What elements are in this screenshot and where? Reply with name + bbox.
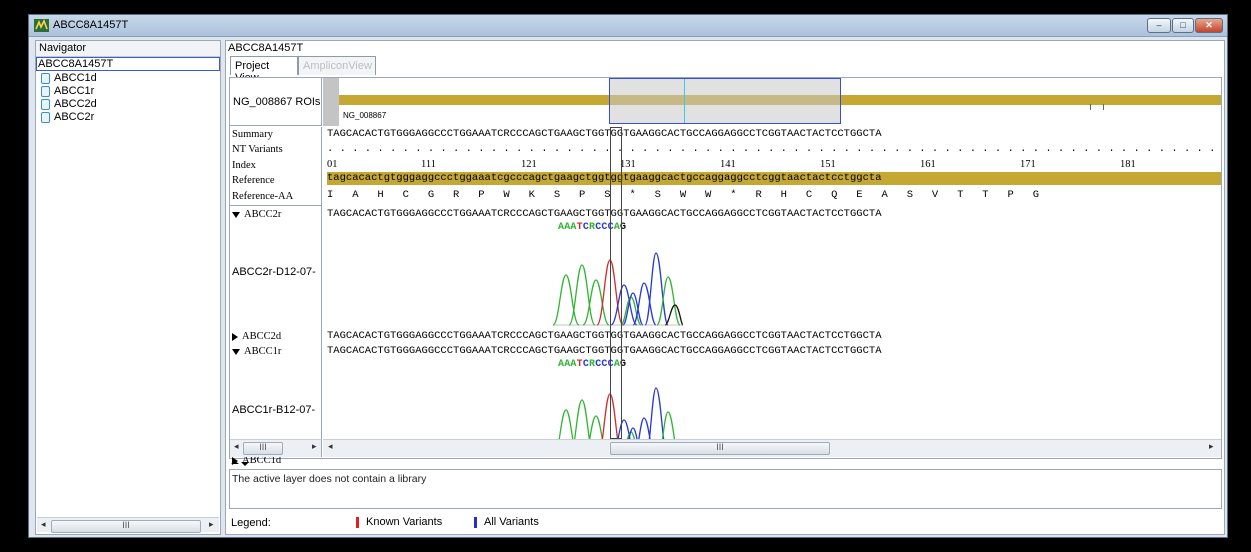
roi-label-cell: NG_008867 ROIs xyxy=(230,78,322,126)
index-label: 161 xyxy=(920,159,936,170)
legend-all-variants: All Variants xyxy=(474,516,539,528)
row-label-nt-variants: NT Variants xyxy=(232,144,283,155)
row-divider xyxy=(230,205,322,206)
row-label-reference-aa: Reference-AA xyxy=(232,191,294,202)
roi-cursor xyxy=(684,79,685,123)
expand-down-icon[interactable] xyxy=(232,211,240,218)
index-label: 181 xyxy=(1120,159,1136,170)
nt-variants-track: . . . . . . . . . . . . . . . . . . . . … xyxy=(327,143,1216,155)
project-view: NG_008867 ROIs NG_008867 Summary NT Vari… xyxy=(229,77,1222,466)
reference-sequence: tagcacactgtgggaggccctggaaatcgcccagctgaag… xyxy=(327,172,882,184)
sequence-file-icon xyxy=(41,99,50,110)
legend-item-label: Known Variants xyxy=(366,516,443,528)
legend-label: Legend: xyxy=(231,517,271,529)
row-label-index: Index xyxy=(232,160,256,171)
app-logo-icon xyxy=(34,19,49,32)
legend: Legend: Known Variants All Variants xyxy=(229,513,1222,533)
expand-down-icon[interactable] xyxy=(232,348,240,355)
row-label-abcc2d: ABCC2d xyxy=(242,331,282,342)
selected-column-marker xyxy=(610,127,622,439)
sequence-horizontal-scrollbar[interactable]: ◂ III ▸ xyxy=(323,439,1221,457)
roi-track-name: NG_008867 xyxy=(343,111,387,120)
navigator-item-abcc2d[interactable]: ABCC2d xyxy=(40,98,97,111)
roi-overview-track[interactable]: NG_008867 xyxy=(339,78,1221,126)
trace-label-abcc1r: ABCC1r-B12-07- xyxy=(232,404,316,416)
row-toggle-abcc2r[interactable]: ABCC2r xyxy=(230,207,322,222)
maximize-button[interactable]: □ xyxy=(1172,18,1194,33)
legend-item-label: All Variants xyxy=(484,516,539,528)
sequence-scroll-thumb[interactable]: III xyxy=(610,442,830,455)
row-label-summary: Summary xyxy=(232,129,273,140)
abcc1r-sequence: TAGCACACTGTGGGAGGCCCTGGAAATCRCCCAGCTGAAG… xyxy=(327,345,882,357)
collapse-right-icon[interactable] xyxy=(232,332,238,341)
navigator-item-abcc1r[interactable]: ABCC1r xyxy=(40,85,94,98)
navigator-item-label: ABCC1r xyxy=(54,85,95,97)
scroll-left-arrow-icon[interactable]: ◂ xyxy=(328,441,333,452)
trace-label-abcc2r: ABCC2r-D12-07- xyxy=(232,266,316,278)
status-message: The active layer does not contain a libr… xyxy=(232,473,427,485)
row-toggle-abcc2d[interactable]: ABCC2d xyxy=(230,329,322,344)
row-labels: Summary NT Variants Index Reference Refe… xyxy=(230,127,322,466)
tab-project-view[interactable]: Project View xyxy=(230,56,298,84)
navigator-item-abcc2r[interactable]: ABCC2r xyxy=(40,111,94,124)
index-label: 121 xyxy=(521,159,537,170)
sequence-file-icon xyxy=(41,73,50,84)
scroll-right-arrow-icon[interactable]: ▸ xyxy=(312,441,317,452)
status-panel: The active layer does not contain a libr… xyxy=(229,469,1222,509)
view-tabs: Project View AmpliconView xyxy=(226,55,1224,84)
row-toggle-abcc1r[interactable]: ABCC1r xyxy=(230,344,322,359)
summary-sequence: TAGCACACTGTGGGAGGCCCTGGAAATCRCCCAGCTGAAG… xyxy=(327,128,882,140)
sequence-file-icon xyxy=(41,112,50,123)
roi-tick xyxy=(1090,104,1091,110)
navigator-horizontal-scrollbar[interactable]: ◂ III ▸ xyxy=(37,517,219,533)
row-label-abcc1r: ABCC1r xyxy=(244,346,282,357)
row-label-reference: Reference xyxy=(232,175,275,186)
navigator-scroll-thumb[interactable]: III xyxy=(51,520,201,533)
roi-gutter xyxy=(323,78,339,126)
index-label: 111 xyxy=(421,159,436,170)
row-label-abcc2r: ABCC2r xyxy=(244,209,282,220)
navigator-panel: Navigator ABCC8A1457T ABCC1d ABCC1r ABCC… xyxy=(35,40,221,535)
abcc2r-sequence: TAGCACACTGTGGGAGGCCCTGGAAATCRCCCAGCTGAAG… xyxy=(327,208,882,220)
index-label: 01 xyxy=(327,159,338,170)
index-label: 131 xyxy=(620,159,636,170)
application-window: ABCC8A1457T – □ ✕ Navigator ABCC8A1457T … xyxy=(28,14,1228,538)
reference-aa-sequence: I A H C G R P W K S P S * S W W * R H C … xyxy=(327,189,1040,201)
index-label: 141 xyxy=(720,159,736,170)
all-variants-swatch-icon xyxy=(474,517,477,528)
index-label: 151 xyxy=(820,159,836,170)
scroll-left-arrow-icon[interactable]: ◂ xyxy=(234,441,239,452)
legend-known-variants: Known Variants xyxy=(356,516,442,528)
navigator-item-abcc1d[interactable]: ABCC1d xyxy=(40,72,97,85)
project-title: ABCC8A1457T xyxy=(228,42,304,54)
scroll-right-arrow-icon[interactable]: ▸ xyxy=(209,519,214,530)
index-ruler: 01 111 121 131 141 151 161 171 181 xyxy=(327,158,1221,172)
roi-tick xyxy=(1103,104,1104,110)
roi-label: NG_008867 ROIs xyxy=(233,96,321,108)
main-panel: ABCC8A1457T Project View AmpliconView NG… xyxy=(225,40,1225,535)
navigator-root-item[interactable]: ABCC8A1457T xyxy=(36,57,220,71)
labels-scroll-thumb[interactable]: III xyxy=(243,442,283,455)
roi-view-window[interactable] xyxy=(609,78,841,124)
scroll-right-arrow-icon[interactable]: ▸ xyxy=(1209,441,1214,452)
abcc2d-sequence: TAGCACACTGTGGGAGGCCCTGGAAATCRCCCAGCTGAAG… xyxy=(327,330,882,342)
known-variants-swatch-icon xyxy=(356,517,359,528)
window-title: ABCC8A1457T xyxy=(53,19,129,31)
navigator-item-label: ABCC1d xyxy=(54,72,97,84)
close-button[interactable]: ✕ xyxy=(1195,18,1223,33)
index-label: 171 xyxy=(1020,159,1036,170)
sequence-area[interactable]: TAGCACACTGTGGGAGGCCCTGGAAATCRCCCAGCTGAAG… xyxy=(327,127,1221,439)
panel-splitter-icon[interactable] xyxy=(229,461,1222,467)
navigator-header: Navigator xyxy=(36,41,220,57)
title-bar[interactable]: ABCC8A1457T – □ ✕ xyxy=(29,15,1227,37)
sequence-file-icon xyxy=(41,86,50,97)
navigator-item-label: ABCC2d xyxy=(54,98,97,110)
tab-amplicon-view[interactable]: AmpliconView xyxy=(298,56,376,75)
scroll-left-arrow-icon[interactable]: ◂ xyxy=(41,519,46,530)
minimize-button[interactable]: – xyxy=(1147,18,1171,33)
labels-horizontal-scrollbar[interactable]: ◂ III ▸ xyxy=(230,439,322,457)
navigator-item-label: ABCC2r xyxy=(54,111,95,123)
